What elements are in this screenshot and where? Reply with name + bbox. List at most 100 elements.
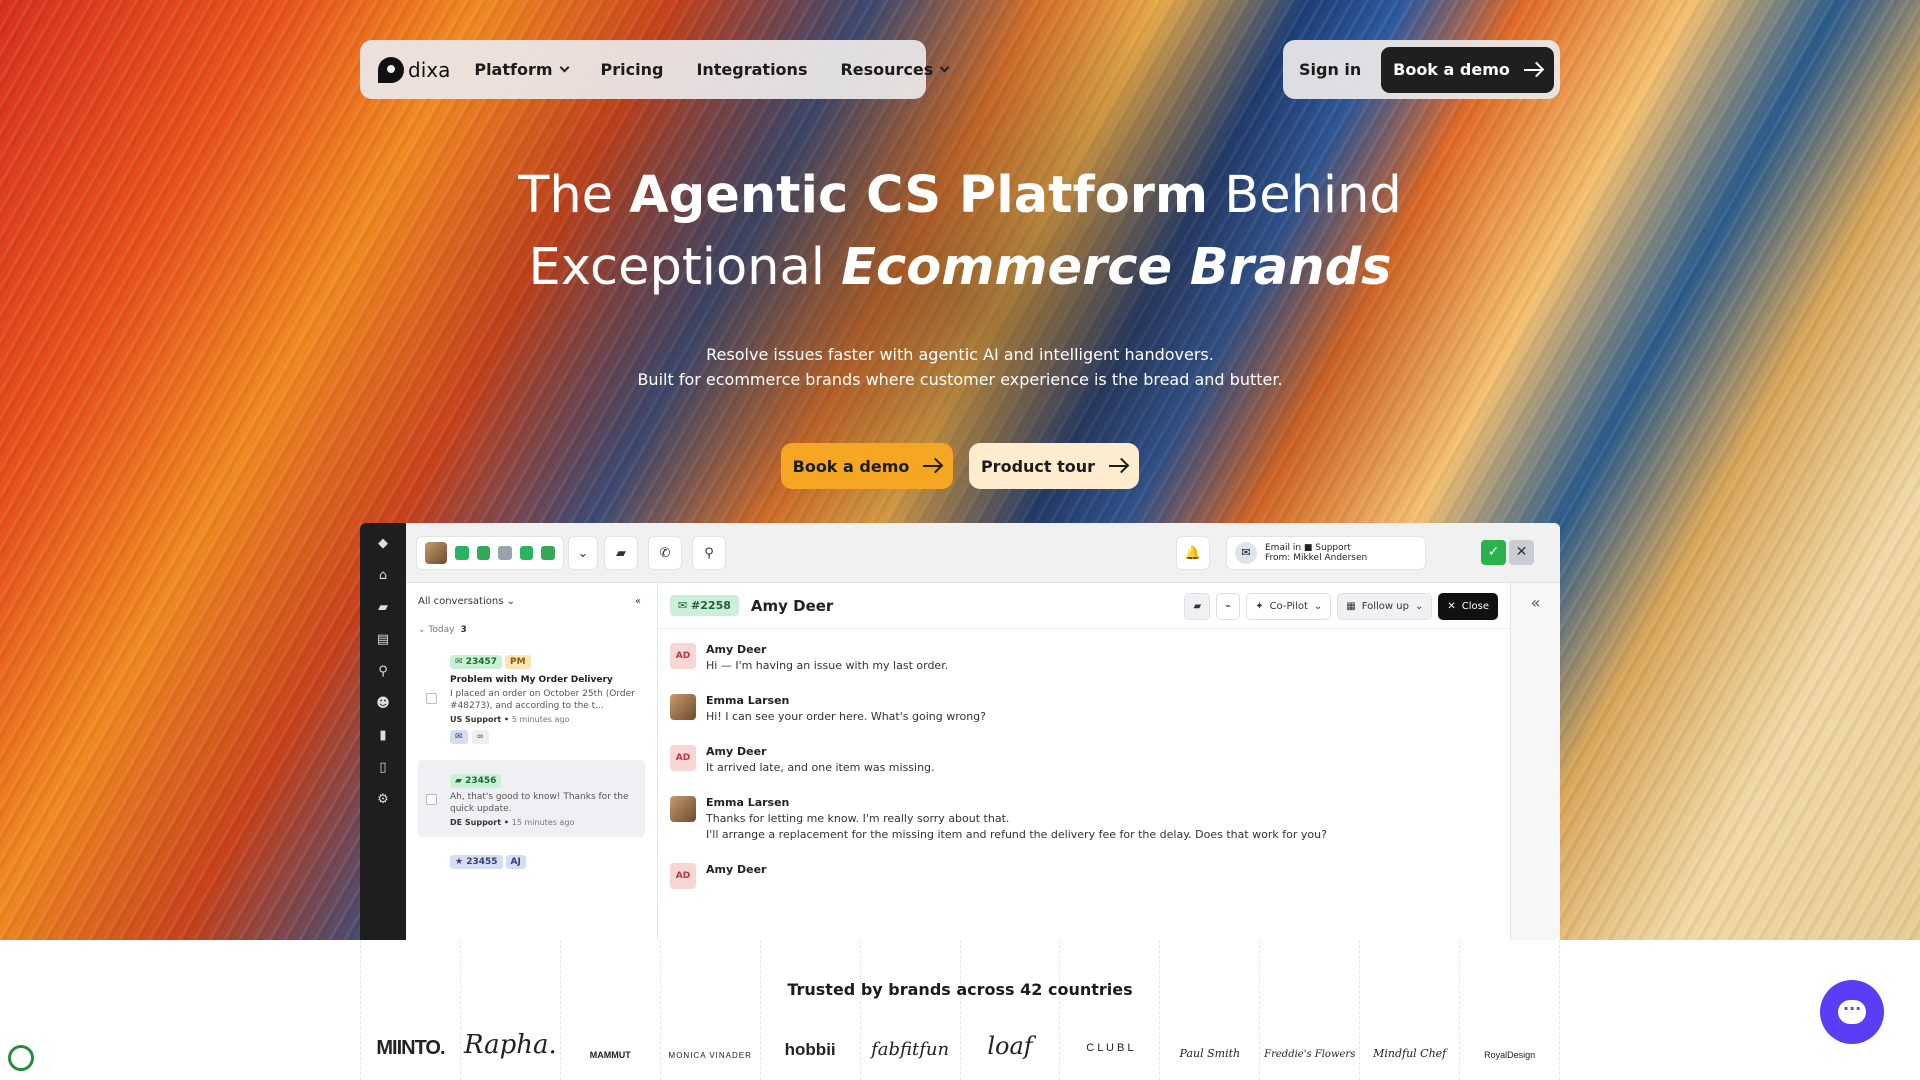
- message-author: Amy Deer: [706, 643, 767, 656]
- active-email-call: ✉ Email in ■ Support From: Mikkel Anders…: [1226, 536, 1426, 570]
- app-topbar: ⌄ ▰ ✆ ⚲ 🔔 ✉ Email in ■ Support From: Mik…: [406, 523, 1560, 583]
- brand-logo: C L U B L: [1059, 940, 1159, 1080]
- card-meta: DE Support • 15 minutes ago: [450, 818, 575, 827]
- message: Emma Larsen Hi! I can see your order here…: [670, 694, 1498, 725]
- main-nav: dixa Platform Pricing Integrations Resou…: [360, 40, 950, 99]
- conversation-controls: ▰ ⌁ ✦ Co-Pilot ⌄ ▦ Follow up ⌄ ✕ Close: [1184, 593, 1498, 620]
- checkbox: [426, 794, 437, 805]
- customer-name: Amy Deer: [750, 596, 834, 615]
- logo-text: dixa: [408, 57, 451, 82]
- product-screenshot: ◆ ⌂ ▰ ▤ ⚲ ☻ ▮ ▯ ⚙ ⌄ ▰ ✆ ⚲ 🔔 ✉ Email in ■…: [360, 523, 1560, 940]
- ticket-badge: ★ 23455: [450, 855, 503, 869]
- nav-pricing[interactable]: Pricing: [601, 60, 664, 79]
- message-text: I'll arrange a replacement for the missi…: [706, 828, 1327, 841]
- app-sidebar: ◆ ⌂ ▰ ▤ ⚲ ☻ ▮ ▯ ⚙: [360, 523, 406, 940]
- search-icon: ⚲: [692, 536, 726, 570]
- brand-logo: Freddie's Flowers: [1259, 940, 1359, 1080]
- chat-channel-icon: [455, 546, 469, 560]
- brand-logo: Paul Smith: [1159, 940, 1259, 1080]
- nav-integrations-label: Integrations: [696, 60, 808, 79]
- chevron-down-icon: ⌄: [568, 536, 598, 570]
- close-icon: ✕: [1509, 540, 1534, 565]
- cookie-settings-icon[interactable]: [8, 1045, 34, 1071]
- sign-in-link[interactable]: Sign in: [1299, 60, 1361, 79]
- nav-actions: Sign in Book a demo: [1283, 40, 1560, 99]
- nav-integrations[interactable]: Integrations: [696, 60, 807, 79]
- message: AD Amy Deer Hi — I'm having an issue with…: [670, 643, 1498, 674]
- conversation-filter: All conversations ⌄: [418, 595, 515, 607]
- avatar: [670, 694, 696, 720]
- sms-channel-icon: [519, 546, 534, 560]
- chevron-down-icon: [939, 62, 950, 73]
- dixa-logo[interactable]: dixa: [378, 56, 451, 83]
- ticket-badge: ✉ 23457: [450, 655, 502, 669]
- copilot-control: ✦ Co-Pilot ⌄: [1246, 593, 1332, 620]
- arrow-right-icon: [1523, 68, 1542, 71]
- message-author: Amy Deer: [706, 863, 767, 876]
- home-icon: ⌂: [378, 568, 388, 583]
- email-channel-icon: [498, 546, 512, 560]
- list-item: ★ 23455 AJ: [418, 841, 645, 879]
- card-preview: I placed an order on October 25th (Order…: [450, 689, 635, 711]
- brand-logo: MONICA VINADER: [659, 940, 760, 1080]
- card-team: US Support: [450, 715, 502, 724]
- message: Emma Larsen Thanks for letting me know. I…: [670, 796, 1498, 843]
- ticket-id: 23456: [465, 776, 497, 786]
- collapse-icon: «: [634, 595, 641, 607]
- product-tour-label: Product tour: [980, 456, 1096, 476]
- channel-toolbar: [416, 536, 564, 570]
- hero-subtitle: Resolve issues faster with agentic AI an…: [0, 342, 1920, 392]
- book-demo-label: Book a demo: [792, 456, 910, 476]
- dixa-logo-icon: [378, 56, 404, 83]
- brand-logo: fabfitfun: [859, 940, 960, 1080]
- filter-label: All conversations: [418, 595, 504, 607]
- checkbox: [426, 693, 437, 704]
- book-demo-button[interactable]: Book a demo: [781, 443, 953, 489]
- headline-text: Exceptional: [528, 238, 842, 297]
- ticket-id: 23457: [465, 657, 497, 667]
- trusted-heading: Trusted by brands across 42 countries: [787, 980, 1133, 999]
- avatar: [670, 796, 696, 822]
- headline-bold: Agentic CS Platform: [629, 166, 1209, 225]
- messenger-channel-icon: [541, 546, 555, 560]
- nav-book-demo-button[interactable]: Book a demo: [1381, 46, 1554, 93]
- followup-control: ▦ Follow up ⌄: [1337, 593, 1433, 620]
- hero-headline: The Agentic CS Platform Behind Exception…: [0, 160, 1920, 304]
- card-actions: ✉ ∞: [450, 730, 635, 744]
- ticket-badge: ▰ 23456: [450, 774, 502, 788]
- avatar: AD: [670, 863, 696, 889]
- message-text: It arrived late, and one item was missin…: [706, 761, 935, 774]
- product-tour-button[interactable]: Product tour: [969, 443, 1139, 489]
- bell-icon: 🔔: [1176, 536, 1210, 570]
- card-time: 15 minutes ago: [511, 818, 575, 827]
- chat-widget-button[interactable]: [1820, 980, 1884, 1044]
- avatar: AD: [670, 745, 696, 771]
- email-title: Email in: [1265, 543, 1302, 553]
- conversation-view: ✉ #2258 Amy Deer ▰ ⌁ ✦ Co-Pilot ⌄ ▦ Foll…: [658, 583, 1510, 940]
- nav-resources[interactable]: Resources: [840, 60, 950, 79]
- card-title: Problem with My Order Delivery: [450, 675, 613, 685]
- card-time: 5 minutes ago: [511, 715, 570, 724]
- phone-icon: ✆: [648, 536, 682, 570]
- group-label: Today: [428, 625, 455, 635]
- search-icon: ⚲: [378, 664, 388, 679]
- users-icon: ☻: [376, 696, 390, 711]
- arrow-right-icon: [923, 465, 942, 467]
- avatar: AD: [670, 643, 696, 669]
- brand-logo-strip: MIINTO. Rapha. MAMMUT MONICA VINADER hob…: [360, 940, 1561, 1080]
- analytics-icon: ▮: [379, 728, 387, 743]
- subtitle-line: Resolve issues faster with agentic AI an…: [706, 345, 1214, 364]
- expand-panel-icon: «: [1510, 583, 1560, 940]
- headline-text: The: [518, 166, 630, 225]
- followup-label: Follow up: [1361, 601, 1409, 612]
- brand-logo: loaf: [959, 940, 1060, 1080]
- message-author: Emma Larsen: [706, 694, 790, 707]
- list-item: ▰ 23456 Ah, that's good to know! Thanks …: [418, 760, 645, 837]
- ticket-number-text: #2258: [691, 599, 731, 612]
- chat-icon: ▰: [378, 600, 388, 615]
- nav-resources-label: Resources: [840, 60, 934, 79]
- card-meta: US Support • 5 minutes ago: [450, 715, 570, 724]
- nav-platform[interactable]: Platform: [474, 60, 569, 79]
- message-text: Thanks for letting me know. I'm really s…: [706, 812, 1010, 825]
- message-text: Hi — I'm having an issue with my last or…: [706, 659, 949, 672]
